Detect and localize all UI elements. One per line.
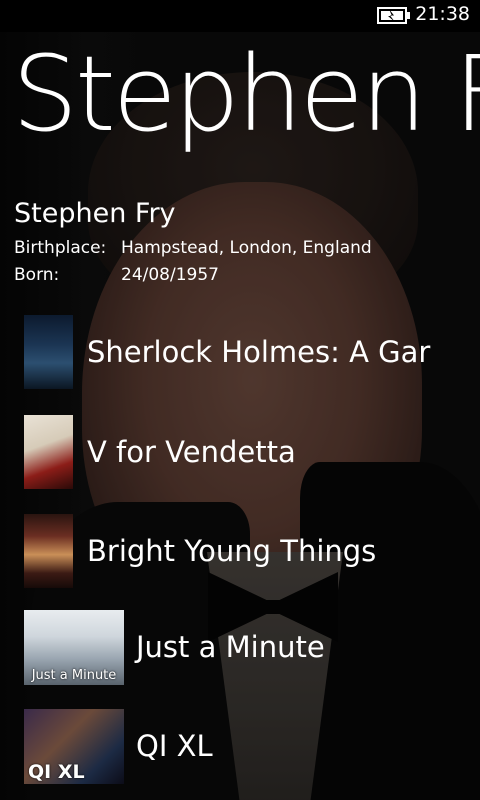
filmography-list[interactable]: Sherlock Holmes: A Gar V for Vendetta Br… bbox=[0, 300, 480, 800]
clock: 21:38 bbox=[415, 3, 470, 25]
film-item-bright-young-things[interactable]: Bright Young Things bbox=[24, 509, 480, 593]
show-thumbnail: QI XL bbox=[24, 709, 124, 784]
born-row: Born: 24/08/1957 bbox=[14, 265, 219, 285]
show-thumbnail: Just a Minute bbox=[24, 610, 124, 685]
born-value: 24/08/1957 bbox=[121, 265, 219, 285]
film-title: V for Vendetta bbox=[87, 435, 296, 469]
film-poster-thumbnail bbox=[24, 514, 73, 588]
film-title: Bright Young Things bbox=[87, 534, 377, 568]
panorama-title: Stephen Fry bbox=[12, 33, 480, 155]
birthplace-value: Hampstead, London, England bbox=[121, 238, 372, 258]
film-poster-thumbnail bbox=[24, 415, 73, 489]
thumbnail-caption: Just a Minute bbox=[31, 668, 117, 683]
film-title: Sherlock Holmes: A Gar bbox=[87, 335, 431, 369]
film-item-qi-xl[interactable]: QI XL QI XL bbox=[24, 704, 480, 788]
birthplace-row: Birthplace: Hampstead, London, England bbox=[14, 238, 372, 258]
film-item-sherlock-holmes[interactable]: Sherlock Holmes: A Gar bbox=[24, 310, 480, 394]
birthplace-label: Birthplace: bbox=[14, 238, 107, 258]
thumbnail-caption: QI XL bbox=[28, 761, 85, 783]
film-item-v-for-vendetta[interactable]: V for Vendetta bbox=[24, 410, 480, 494]
born-label: Born: bbox=[14, 265, 60, 285]
status-bar: 21:38 bbox=[0, 0, 480, 32]
film-poster-thumbnail bbox=[24, 315, 73, 389]
phone-screen: 21:38 Stephen Fry Stephen Fry Birthplace… bbox=[0, 0, 480, 800]
film-title: QI XL bbox=[136, 729, 213, 763]
film-item-just-a-minute[interactable]: Just a Minute Just a Minute bbox=[24, 605, 480, 689]
battery-charging-icon bbox=[377, 7, 410, 24]
film-title: Just a Minute bbox=[136, 630, 325, 664]
actor-name: Stephen Fry bbox=[14, 198, 176, 229]
